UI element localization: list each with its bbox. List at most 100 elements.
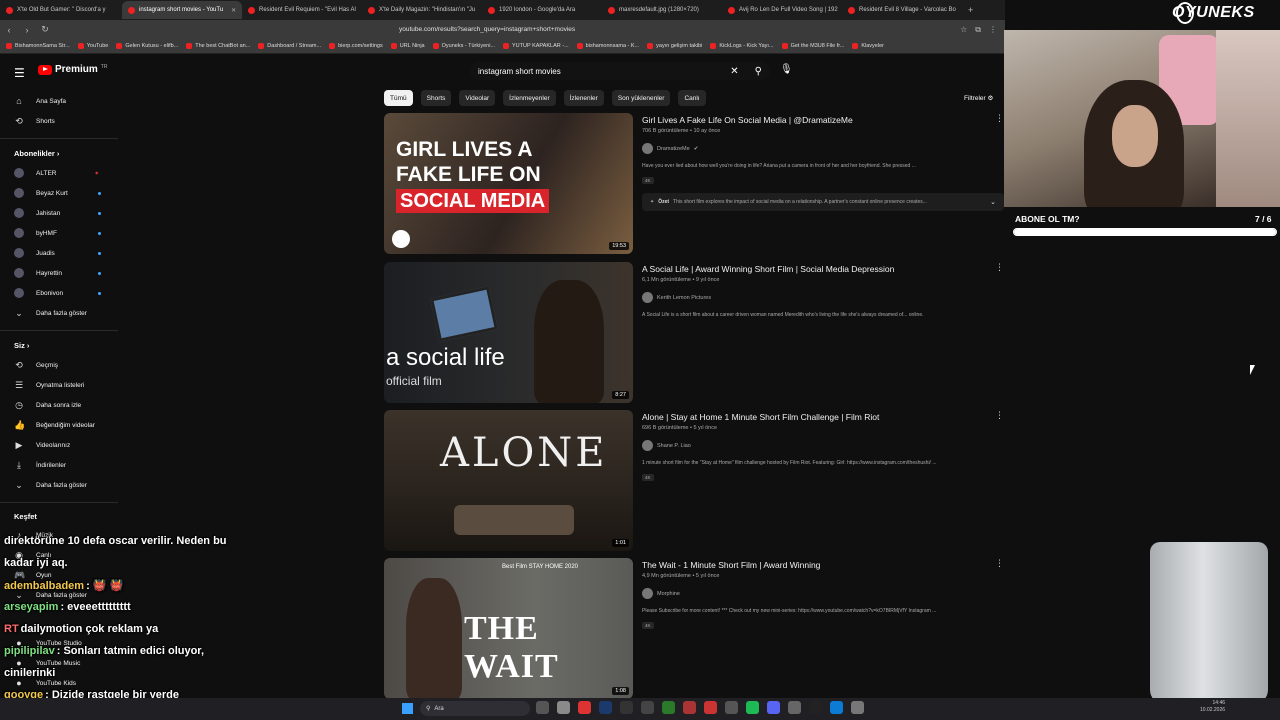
microphone-icon[interactable]: 🎙 [780, 64, 793, 75]
sidebar-item[interactable]: Hayrettin [14, 268, 62, 278]
sidebar-item[interactable]: ⌄ Daha fazla göster [14, 308, 87, 319]
more-options-icon[interactable]: ⋮ [995, 558, 1004, 569]
filters-button[interactable]: Filtreler ⚙ [964, 94, 993, 102]
new-tab-button[interactable]: + [962, 5, 979, 15]
url-field[interactable]: youtube.com/results?search_query=instagr… [399, 26, 960, 33]
close-tab-icon[interactable]: ✕ [231, 7, 236, 14]
bookmark-item[interactable]: YUTUP KAPAKLAR -... [503, 43, 569, 49]
bookmark-item[interactable]: URL Ninja [390, 43, 425, 49]
sidebar-item[interactable]: ⤓ İndirilenler [14, 460, 66, 471]
bookmark-item[interactable]: Klavyeler [852, 43, 884, 49]
sidebar-item[interactable]: byHMF [14, 228, 57, 238]
browser-tab[interactable]: maxresdefault.jpg (1280×720) [602, 1, 722, 19]
youtube-logo[interactable]: Premium TR [38, 64, 107, 75]
file-explorer-icon[interactable] [557, 701, 570, 714]
search-result[interactable]: THE WAIT Best Film STAY HOME 2020 1:08 The … [384, 558, 1004, 699]
media-icon[interactable] [683, 701, 696, 714]
video-thumbnail[interactable]: GIRL LIVES A FAKE LIFE ON SOCIAL MEDIA 19:5… [384, 113, 633, 254]
sidebar-item[interactable]: ⟲ Geçmiş [14, 360, 58, 371]
bookmark-item[interactable]: Oyuneks - Türkiyeni... [432, 43, 495, 49]
extensions-icon[interactable]: ⧉ [975, 25, 981, 35]
sidebar-item[interactable]: ◷ Daha sonra izle [14, 400, 81, 411]
sidebar-item[interactable]: 👍 Beğendiğim videolar [14, 420, 95, 431]
obs-icon[interactable] [641, 701, 654, 714]
you-heading[interactable]: Siz › [14, 341, 29, 350]
app-icon[interactable] [620, 701, 633, 714]
windows-start-icon[interactable] [402, 703, 413, 714]
bookmark-item[interactable]: Get the M3U8 File fr... [781, 43, 844, 49]
video-title[interactable]: Alone | Stay at Home 1 Minute Short Film… [642, 412, 879, 422]
sidebar-item[interactable]: ⌄ Daha fazla göster [14, 480, 87, 491]
chip-0[interactable]: Tümü [384, 90, 413, 106]
video-title[interactable]: The Wait - 1 Minute Short Film | Award W… [642, 560, 820, 570]
bookmark-item[interactable]: bishamonnsama - K... [576, 43, 639, 49]
bookmark-item[interactable]: The best ChatBot an... [186, 43, 250, 49]
chip-5[interactable]: Son yüklenenler [611, 90, 671, 106]
bookmark-item[interactable]: Gelen Kutusu - elifb... [116, 43, 178, 49]
settings-icon[interactable] [725, 701, 738, 714]
menu-dots-icon[interactable]: ⋮ [989, 25, 997, 35]
clear-search-icon[interactable]: ✕ [730, 66, 738, 77]
forward-icon[interactable]: › [18, 25, 36, 35]
video-thumbnail[interactable]: THE WAIT Best Film STAY HOME 2020 1:08 [384, 558, 633, 699]
reload-icon[interactable]: ↻ [36, 24, 54, 35]
browser-tab[interactable]: Resident Evil 8 Village - Varcolac Bo [842, 1, 962, 19]
search-result[interactable]: GIRL LIVES A FAKE LIFE ON SOCIAL MEDIA 19:5… [384, 113, 1004, 254]
chip-1[interactable]: Shorts [420, 90, 452, 106]
system-clock[interactable]: 14:46 10.02.2026 [1200, 700, 1225, 713]
video-title[interactable]: Girl Lives A Fake Life On Social Media |… [642, 115, 853, 125]
channel-link[interactable]: DramatizeMe ✔ [642, 143, 698, 154]
sidebar-item[interactable]: ☰ Oynatma listeleri [14, 380, 84, 391]
network-tool-icon[interactable] [851, 701, 864, 714]
notes-icon[interactable] [788, 701, 801, 714]
browser-tab[interactable]: Avij Ro Len De Full Video Song | 192 [722, 1, 842, 19]
browser-tab[interactable]: instagram short movies - YouTu ✕ [122, 1, 242, 19]
back-icon[interactable]: ‹ [0, 25, 18, 35]
hamburger-menu-icon[interactable]: ☰ [14, 66, 25, 80]
browser-tab[interactable]: X'te Daily Magazin: "Hindistan'ın "Ju [362, 1, 482, 19]
search-result[interactable]: ALONE 1:01 Alone | Stay at Home 1 Minute S… [384, 410, 1004, 551]
record-icon[interactable] [704, 701, 717, 714]
sidebar-item[interactable]: Ebonivon [14, 288, 63, 298]
sidebar-item[interactable]: ALTER [14, 168, 56, 178]
sidebar-item[interactable]: ⌂ Ana Sayfa [14, 96, 66, 106]
bookmark-item[interactable]: YouTube [77, 43, 108, 49]
browser-tab[interactable]: Resident Evil Requiem - "Evil Has Al [242, 1, 362, 19]
search-icon[interactable]: ⚲ [755, 66, 762, 77]
chip-2[interactable]: Videolar [459, 90, 496, 106]
bookmark-item[interactable]: bierp.com/settings [329, 43, 383, 49]
video-thumbnail[interactable]: a social life official film 8:27 [384, 262, 633, 403]
search-input[interactable]: instagram short movies [478, 67, 730, 76]
taskbar-search[interactable]: ⚲ Ara [420, 701, 530, 716]
more-options-icon[interactable]: ⋮ [995, 410, 1004, 421]
channel-link[interactable]: Kerith Lemon Pictures [642, 292, 711, 303]
discord-icon[interactable] [767, 701, 780, 714]
xbox-icon[interactable] [662, 701, 675, 714]
chip-3[interactable]: İzlenmeyenler [503, 90, 556, 106]
bookmark-item[interactable]: yayın gelişim takibi [647, 43, 702, 49]
bookmark-item[interactable]: KickLogs - Kick Yayı... [710, 43, 774, 49]
sidebar-item[interactable]: ▶ Videolarınız [14, 440, 71, 451]
sidebar-item[interactable]: Juadis [14, 248, 55, 258]
task-view-icon[interactable] [536, 701, 549, 714]
capcut-icon[interactable] [809, 701, 822, 714]
video-thumbnail[interactable]: ALONE 1:01 [384, 410, 633, 551]
bookmark-item[interactable]: Dashboard / Stream... [258, 43, 321, 49]
subscriptions-heading[interactable]: Abonelikler › [14, 149, 59, 158]
browser-tab[interactable]: X'te Old But Gamer: " Discord'a y [0, 1, 122, 19]
steam-icon[interactable] [599, 701, 612, 714]
browser-tab[interactable]: 1920 london - Google'da Ara [482, 1, 602, 19]
browser-icon[interactable] [578, 701, 591, 714]
sidebar-item[interactable]: Beyaz Kurt [14, 188, 68, 198]
video-title[interactable]: A Social Life | Award Winning Short Film… [642, 264, 894, 274]
search-result[interactable]: a social life official film 8:27 A Social L… [384, 262, 1004, 403]
more-options-icon[interactable]: ⋮ [995, 113, 1004, 124]
more-options-icon[interactable]: ⋮ [995, 262, 1004, 273]
spotify-icon[interactable] [746, 701, 759, 714]
edge-icon[interactable] [830, 701, 843, 714]
channel-link[interactable]: Morphine [642, 588, 680, 599]
sidebar-item[interactable]: ⟲ Shorts [14, 116, 55, 127]
chip-4[interactable]: İzlenenler [563, 90, 604, 106]
channel-link[interactable]: Shane P. Liao [642, 440, 691, 451]
chip-6[interactable]: Canlı [678, 90, 706, 106]
